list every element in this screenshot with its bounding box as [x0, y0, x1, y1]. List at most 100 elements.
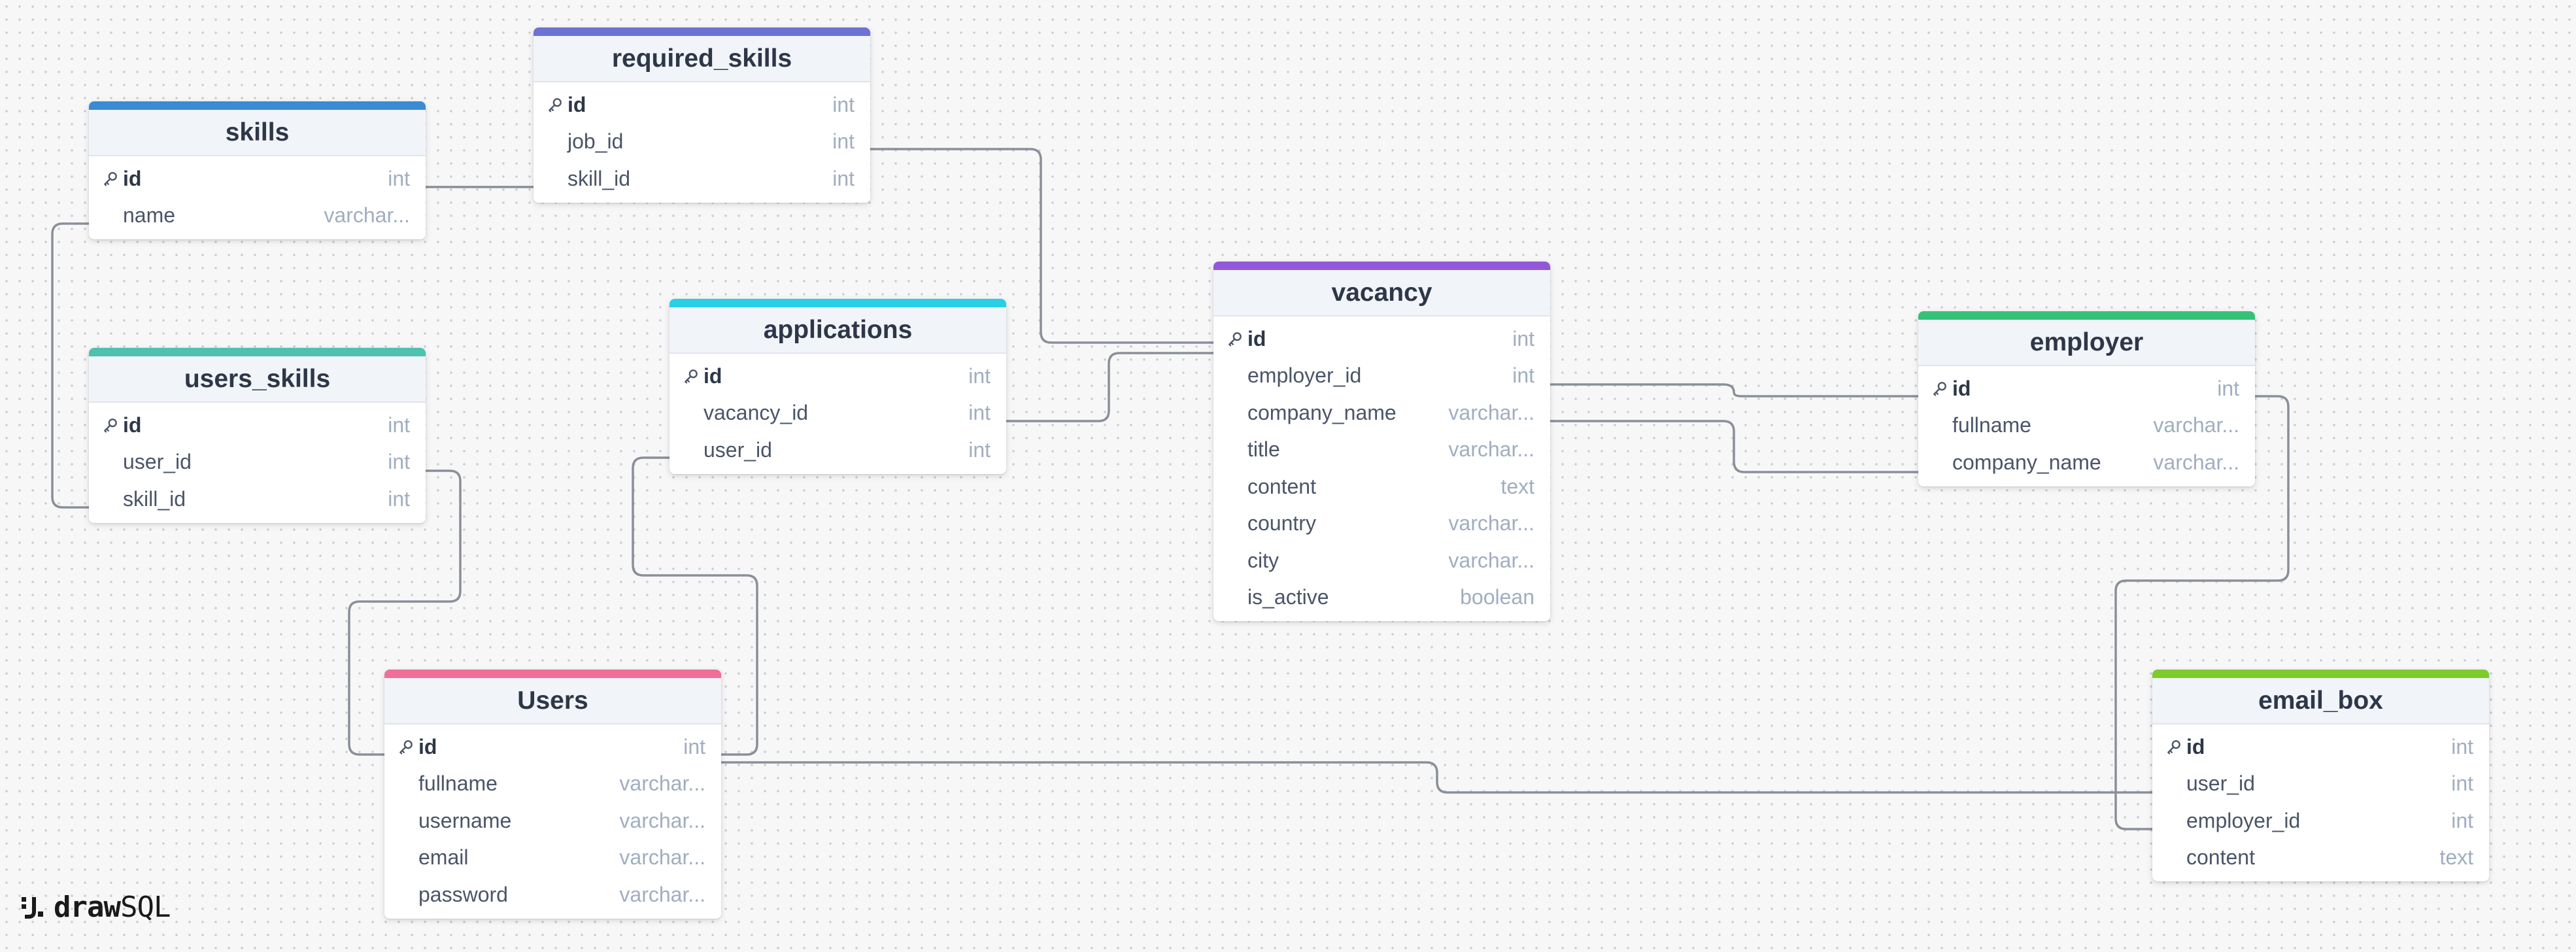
column-row-user-id[interactable]: user_id int — [2152, 766, 2489, 803]
table-title[interactable]: skills — [89, 101, 426, 156]
column-type: varchar... — [2153, 450, 2239, 474]
column-row-id[interactable]: id int — [384, 728, 721, 766]
column-type: int — [2451, 772, 2473, 796]
column-type: varchar... — [1448, 511, 1534, 536]
column-row-id[interactable]: id int — [534, 86, 870, 124]
column-row-fullname[interactable]: fullname varchar... — [384, 766, 721, 803]
column-list: id int name varchar... — [89, 156, 426, 239]
column-row-content[interactable]: content text — [2152, 840, 2489, 877]
column-type: varchar... — [324, 203, 410, 228]
column-name: title — [1247, 437, 1280, 462]
key-icon — [547, 96, 564, 113]
column-list: id int job_id int skill_id int — [534, 82, 870, 203]
table-title[interactable]: Users — [384, 670, 721, 724]
column-type: varchar... — [619, 772, 705, 796]
table-users-skills[interactable]: users_skills id int user_id int skill_id int — [89, 348, 426, 523]
column-row-id[interactable]: id int — [89, 407, 426, 444]
column-type: varchar... — [1448, 548, 1534, 572]
column-name: is_active — [1247, 585, 1329, 609]
column-type: int — [2451, 734, 2473, 758]
key-icon — [683, 367, 700, 384]
column-type: varchar... — [619, 845, 705, 870]
column-type: int — [388, 450, 410, 474]
column-row-job-id[interactable]: job_id int — [534, 124, 870, 161]
column-row-country[interactable]: country varchar... — [1213, 505, 1550, 543]
table-title[interactable]: employer — [1918, 311, 2255, 366]
table-applications[interactable]: applications id int vacancy_id int user_id in… — [669, 299, 1006, 474]
relation-skills-users-skills[interactable] — [51, 222, 89, 509]
column-row-fullname[interactable]: fullname varchar... — [1918, 407, 2255, 445]
column-type: int — [832, 166, 855, 190]
table-vacancy[interactable]: vacancy id int employer_id int company_name v… — [1213, 262, 1550, 621]
column-row-id[interactable]: id int — [1918, 370, 2255, 407]
table-title[interactable]: email_box — [2152, 670, 2489, 724]
key-icon — [102, 416, 119, 434]
column-row-password[interactable]: password varchar... — [384, 876, 721, 913]
column-row-skill-id[interactable]: skill_id int — [534, 160, 870, 197]
column-list: id int fullname varchar... username varchar..… — [384, 724, 721, 919]
column-type: boolean — [1460, 585, 1534, 609]
drawsql-logo[interactable]: drawSQL — [20, 891, 171, 924]
table-users[interactable]: Users id int fullname varchar... username var… — [384, 670, 721, 919]
column-row-id[interactable]: id int — [2152, 728, 2489, 766]
column-type: int — [968, 364, 991, 388]
table-title[interactable]: users_skills — [89, 348, 426, 403]
column-type: int — [2217, 376, 2239, 400]
column-name: id — [568, 92, 586, 116]
table-required-skills[interactable]: required_skills id int job_id int skill_id in… — [534, 27, 870, 203]
column-row-id[interactable]: id int — [1213, 320, 1550, 358]
key-icon — [2165, 738, 2182, 755]
column-row-title[interactable]: title varchar... — [1213, 432, 1550, 469]
column-row-vacancy-id[interactable]: vacancy_id int — [669, 395, 1006, 432]
column-name: username — [418, 808, 512, 832]
table-skills[interactable]: skills id int name varchar... — [89, 101, 426, 239]
column-type: int — [388, 413, 410, 437]
column-row-user-id[interactable]: user_id int — [89, 444, 426, 481]
column-type: int — [832, 129, 855, 154]
column-name: user_id — [123, 450, 192, 474]
column-row-city[interactable]: city varchar... — [1213, 542, 1550, 579]
column-name: fullname — [1952, 413, 2031, 437]
column-name: password — [418, 882, 508, 906]
column-row-name[interactable]: name varchar... — [89, 197, 426, 235]
column-row-username[interactable]: username varchar... — [384, 802, 721, 840]
diagram-canvas[interactable]: required_skills id int job_id int skill_id in… — [0, 0, 2576, 952]
column-name: skill_id — [568, 166, 631, 190]
table-employer[interactable]: employer id int fullname varchar... company_… — [1918, 311, 2255, 486]
relation-employer-vacancy-company-name[interactable] — [1548, 420, 1920, 473]
drawsql-logo-text: drawSQL — [54, 891, 171, 924]
column-name: user_id — [2186, 772, 2255, 796]
column-row-employer-id[interactable]: employer_id int — [1213, 358, 1550, 395]
column-name: name — [123, 203, 176, 228]
column-type: int — [968, 437, 991, 462]
column-type: int — [832, 92, 855, 116]
column-row-employer-id[interactable]: employer_id int — [2152, 802, 2489, 840]
column-name: id — [123, 413, 142, 437]
column-name: company_name — [1247, 400, 1397, 424]
column-name: id — [418, 734, 437, 758]
column-row-skill-id[interactable]: skill_id int — [89, 481, 426, 518]
column-type: int — [1512, 326, 1534, 350]
relation-employer-vacancy-employer-id[interactable] — [1548, 383, 1920, 398]
column-type: text — [2439, 845, 2473, 870]
column-name: content — [2186, 845, 2255, 870]
column-row-content[interactable]: content text — [1213, 468, 1550, 505]
table-title[interactable]: vacancy — [1213, 262, 1550, 316]
column-row-email[interactable]: email varchar... — [384, 840, 721, 877]
column-row-id[interactable]: id int — [669, 358, 1006, 395]
column-row-id[interactable]: id int — [89, 160, 426, 197]
relation-vacancy-applications[interactable] — [1004, 352, 1213, 422]
table-title[interactable]: applications — [669, 299, 1006, 354]
table-title[interactable]: required_skills — [534, 27, 870, 82]
column-name: user_id — [703, 437, 772, 462]
column-row-company-name[interactable]: company_name varchar... — [1918, 444, 2255, 481]
column-row-user-id[interactable]: user_id int — [669, 432, 1006, 469]
key-icon — [1227, 330, 1244, 347]
column-type: int — [1512, 364, 1534, 388]
column-type: varchar... — [619, 882, 705, 906]
column-row-company-name[interactable]: company_name varchar... — [1213, 394, 1550, 432]
table-email-box[interactable]: email_box id int user_id int employer_id int c… — [2152, 670, 2489, 881]
key-icon — [398, 738, 415, 755]
relation-users-email-box[interactable] — [720, 761, 2152, 794]
column-row-is-active[interactable]: is_active boolean — [1213, 579, 1550, 617]
